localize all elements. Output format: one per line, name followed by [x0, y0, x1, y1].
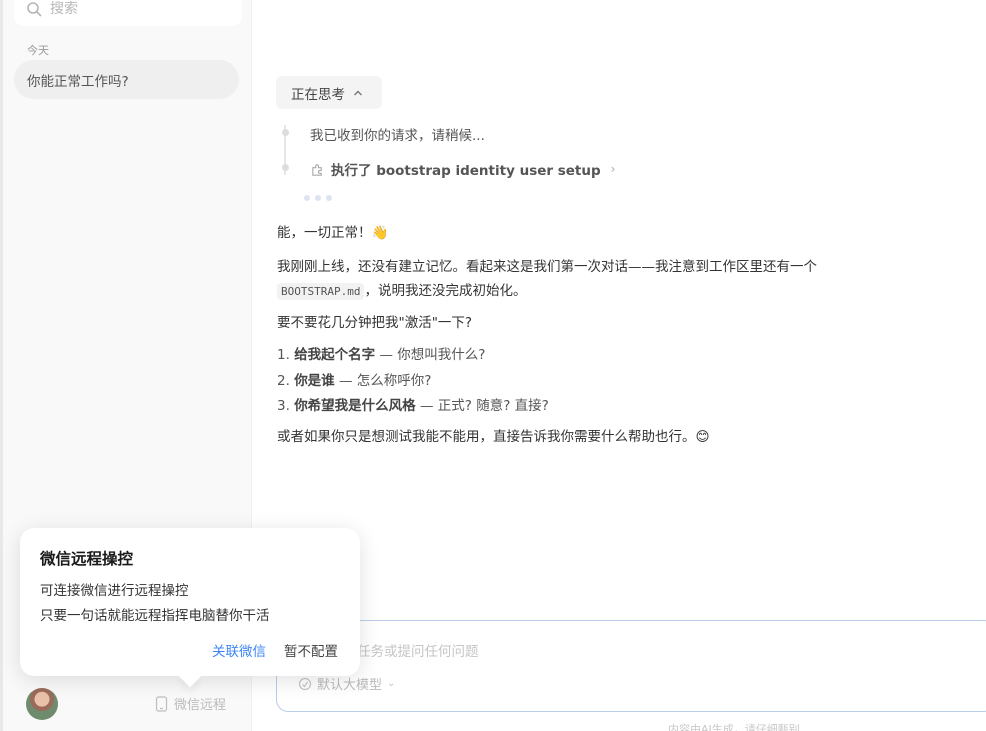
message-text: 我刚刚上线，还没有建立记忆。看起来这是我们第一次对话——我注意到工作区里还有一个	[277, 259, 817, 275]
list-item-bold: 你是谁	[294, 372, 335, 389]
search-input[interactable]	[50, 1, 230, 17]
chat-main: 正在思考 我已收到你的请求，请稍候... 执行了 bootstrap ident…	[253, 0, 986, 731]
chevron-up-icon	[354, 90, 362, 95]
loading-dot	[304, 195, 310, 201]
chevron-right-icon: ›	[610, 162, 616, 176]
inline-code: BOOTSTRAP.md	[277, 283, 365, 300]
message-paragraph: 我刚刚上线，还没有建立记忆。看起来这是我们第一次对话——我注意到工作区里还有一个…	[277, 255, 877, 304]
model-icon	[298, 677, 312, 690]
model-selector[interactable]: 默认大模型 ⌄	[298, 674, 395, 693]
timeline-dot	[282, 164, 289, 171]
wechat-remote-label: 微信远程	[174, 698, 227, 713]
ai-disclaimer: 内容由AI生成，请仔细甄别	[668, 723, 800, 731]
avatar[interactable]	[26, 688, 58, 720]
list-item: 3. 你希望我是什么风格 — 正式? 随意? 直接?	[277, 394, 549, 420]
section-label-today: 今天	[27, 44, 49, 57]
chevron-down-icon: ⌄	[387, 678, 396, 689]
skip-config-button[interactable]: 暂不配置	[284, 640, 338, 660]
sidebar-footer: 微信远程	[0, 685, 252, 725]
thinking-step-tool[interactable]: 执行了 bootstrap identity user setup ›	[310, 159, 615, 179]
list-number: 3.	[277, 398, 290, 414]
list-item-text: — 正式? 随意? 直接?	[415, 398, 549, 414]
search-icon	[27, 2, 42, 17]
message-line: 能，一切正常！👋	[277, 225, 389, 241]
popover-title: 微信远程操控	[40, 550, 134, 568]
message-line: 要不要花几分钟把我"激活"一下?	[277, 315, 473, 331]
puzzle-icon	[312, 163, 322, 176]
model-label: 默认大模型	[317, 678, 383, 693]
loading-dot	[326, 195, 332, 201]
list-item-text: — 怎么称呼你?	[334, 372, 432, 389]
wechat-remote-popover: 微信远程操控 可连接微信进行远程操控 只要一句话就能远程指挥电脑替你干活 关联微…	[20, 528, 360, 676]
chat-list-item[interactable]: 你能正常工作吗?	[14, 60, 239, 99]
list-item-text: — 你想叫我什么?	[375, 347, 486, 363]
chat-input-box[interactable]: 任务或提问任何问题 默认大模型 ⌄	[276, 620, 986, 712]
popover-description: 只要一句话就能远程指挥电脑替你干活	[40, 608, 270, 624]
list-number: 1.	[277, 347, 290, 363]
search-box[interactable]	[14, 0, 242, 26]
list-item-bold: 你希望我是什么风格	[294, 398, 416, 414]
list-item: 1. 给我起个名字 — 你想叫我什么?	[277, 343, 549, 369]
message-line: 或者如果你只是想测试我能不能用，直接告诉我你需要什么帮助也行。😊	[277, 429, 710, 445]
thinking-label: 正在思考	[291, 86, 345, 103]
chat-input-placeholder[interactable]: 任务或提问任何问题	[357, 640, 479, 660]
message-list: 1. 给我起个名字 — 你想叫我什么? 2. 你是谁 — 怎么称呼你? 3. 你…	[277, 343, 549, 420]
popover-description: 可连接微信进行远程操控	[40, 583, 189, 599]
list-item-bold: 给我起个名字	[294, 347, 376, 363]
thinking-step-received: 我已收到你的请求，请稍候...	[310, 128, 485, 144]
window-edge	[0, 0, 3, 731]
timeline-dot	[282, 129, 289, 136]
list-item: 2. 你是谁 — 怎么称呼你?	[277, 369, 549, 395]
list-number: 2.	[277, 372, 290, 389]
message-text: ，说明我还没完成初始化。	[364, 283, 527, 299]
wechat-remote-button[interactable]: 微信远程	[155, 694, 226, 713]
thinking-toggle[interactable]: 正在思考	[276, 76, 382, 109]
loading-dot	[315, 195, 321, 201]
tool-name: 执行了 bootstrap identity user setup	[331, 163, 601, 179]
phone-icon	[155, 695, 168, 712]
link-wechat-button[interactable]: 关联微信	[212, 640, 266, 660]
loading-indicator	[304, 195, 332, 201]
